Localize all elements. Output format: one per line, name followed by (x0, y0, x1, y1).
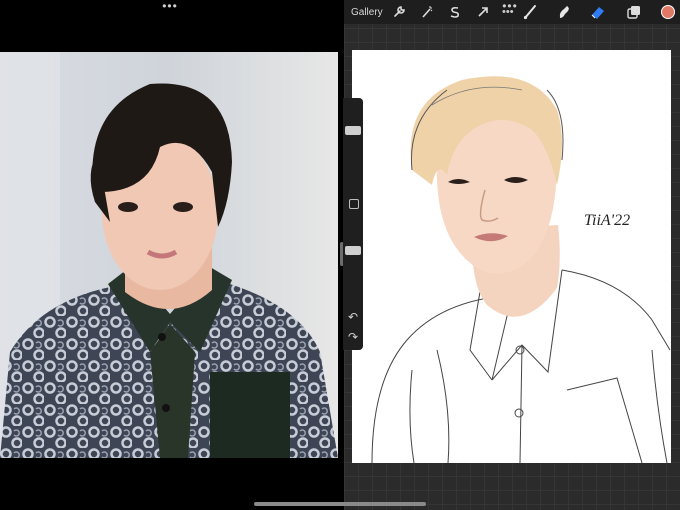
color-swatch[interactable] (660, 3, 676, 21)
signature: TiiA'22 (584, 212, 630, 229)
wrench-icon[interactable] (392, 3, 406, 21)
gallery-button[interactable]: Gallery (351, 3, 383, 21)
magic-wand-icon[interactable] (420, 3, 434, 21)
opacity-knob[interactable] (345, 245, 361, 255)
home-indicator[interactable] (254, 502, 426, 506)
opacity-slider[interactable] (343, 214, 363, 294)
left-split-pane: ••• (0, 0, 340, 510)
drawing-canvas[interactable]: TiiA'22 (352, 50, 671, 463)
brush-size-knob[interactable] (345, 126, 361, 136)
brush-size-slider[interactable] (343, 104, 363, 192)
multitasking-dots-right[interactable]: ••• (500, 0, 520, 12)
brush-icon[interactable] (522, 3, 538, 21)
selection-s-icon[interactable] (448, 3, 462, 21)
undo-icon[interactable]: ↶ (346, 310, 360, 324)
smudge-icon[interactable] (556, 3, 572, 21)
procreate-sidebar: ↶ ↷ (343, 98, 363, 350)
transform-arrow-icon[interactable] (476, 3, 490, 21)
multitasking-dots-left[interactable]: ••• (160, 0, 180, 12)
layers-icon[interactable] (626, 3, 642, 21)
eraser-icon[interactable] (590, 3, 606, 21)
modify-button[interactable] (349, 199, 359, 209)
redo-icon[interactable]: ↷ (346, 330, 360, 344)
reference-photo (0, 52, 338, 458)
procreate-pane: Gallery ••• TiiA'22 (344, 0, 680, 510)
